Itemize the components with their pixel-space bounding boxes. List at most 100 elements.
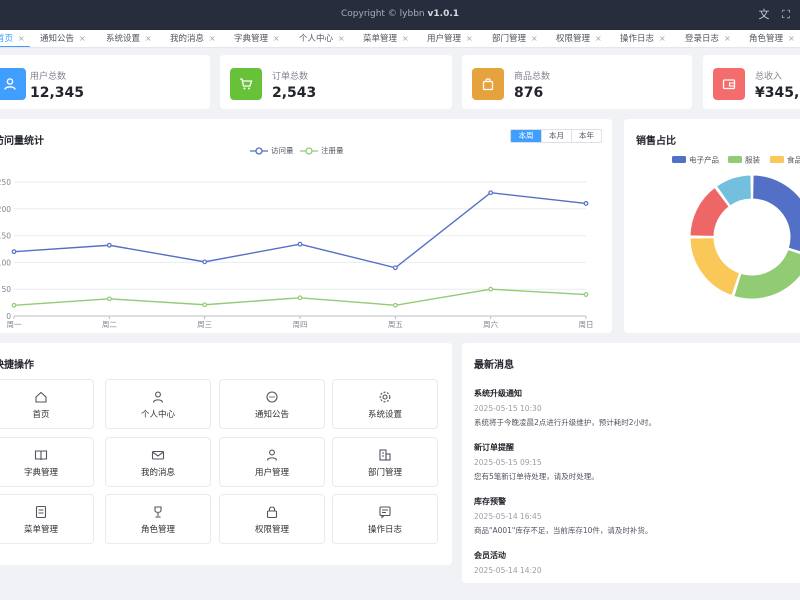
data-point[interactable] bbox=[202, 259, 208, 265]
legend-label: 服装 bbox=[745, 155, 760, 165]
gear-icon bbox=[333, 390, 437, 407]
pie-slice[interactable] bbox=[689, 237, 741, 297]
data-point[interactable] bbox=[11, 249, 17, 255]
tab-system-settings[interactable]: 系统设置 × bbox=[106, 30, 152, 47]
legend-swatch[interactable] bbox=[728, 156, 742, 163]
tab-users[interactable]: 用户管理 × bbox=[427, 30, 473, 47]
top-bar: Copyright © lybbn v1.0.1 文 ⛶ bbox=[0, 0, 800, 30]
quick-action-button[interactable]: 我的消息 bbox=[105, 437, 211, 487]
close-icon[interactable]: × bbox=[338, 34, 345, 43]
fullscreen-icon[interactable]: ⛶ bbox=[779, 8, 793, 22]
tab-profile[interactable]: 个人中心 × bbox=[299, 30, 345, 47]
quick-action-label: 系统设置 bbox=[367, 410, 402, 420]
data-point[interactable] bbox=[297, 295, 303, 301]
close-icon[interactable]: × bbox=[659, 34, 666, 43]
book-icon bbox=[0, 448, 93, 465]
news-body: 系统将于今晚凌晨2点进行升级维护，预计耗时2小时。 bbox=[474, 418, 657, 427]
tab-operation-log[interactable]: 操作日志 × bbox=[620, 30, 666, 47]
legend-swatch[interactable] bbox=[770, 156, 784, 163]
tab-home[interactable]: 首页× bbox=[0, 30, 30, 47]
close-icon[interactable]: × bbox=[145, 34, 152, 43]
news-card: 最新消息 系统升级通知 2025-05-15 10:30 系统将于今晚凌晨2点进… bbox=[462, 343, 800, 583]
data-point[interactable] bbox=[11, 302, 17, 308]
close-icon[interactable]: × bbox=[273, 34, 280, 43]
close-icon[interactable]: × bbox=[531, 34, 538, 43]
stat-value: 2,543 bbox=[272, 85, 317, 101]
quick-action-button[interactable]: 首页 bbox=[0, 379, 94, 429]
data-point[interactable] bbox=[202, 302, 208, 308]
quick-action-button[interactable]: 个人中心 bbox=[105, 379, 211, 429]
news-item[interactable]: 新订单提醒 2025-05-15 09:15 您有5笔新订单待处理，请及时处理。 bbox=[474, 442, 800, 482]
bag-icon bbox=[472, 68, 504, 100]
news-item[interactable]: 会员活动 2025-05-14 14:20 bbox=[474, 550, 800, 575]
tab-dictionary[interactable]: 字典管理 × bbox=[234, 30, 280, 47]
close-icon[interactable]: × bbox=[402, 34, 409, 43]
data-point[interactable] bbox=[583, 292, 589, 297]
news-time: 2025-05-14 16:45 bbox=[474, 512, 542, 521]
stat-card-revenue: 总收入 ¥345,6 bbox=[703, 55, 800, 109]
quick-action-button[interactable]: 角色管理 bbox=[105, 494, 211, 544]
data-point[interactable] bbox=[392, 302, 398, 308]
close-icon[interactable]: × bbox=[788, 34, 795, 43]
data-point[interactable] bbox=[106, 242, 112, 248]
menu-icon bbox=[0, 505, 93, 522]
translate-icon[interactable]: 文 bbox=[757, 8, 771, 22]
stat-card-products: 商品总数 876 bbox=[462, 55, 692, 109]
quick-action-button[interactable]: 通知公告 bbox=[219, 379, 325, 429]
visits-line-chart: 050100150200250周一周二周三周四周五周六周日 bbox=[0, 178, 594, 329]
tab-notice[interactable]: 通知公告 × bbox=[40, 30, 86, 47]
quick-action-label: 字典管理 bbox=[23, 468, 58, 478]
quick-action-button[interactable]: 字典管理 bbox=[0, 437, 94, 487]
card-title: 最新消息 bbox=[474, 360, 514, 371]
news-item[interactable]: 系统升级通知 2025-05-15 10:30 系统将于今晚凌晨2点进行升级维护… bbox=[474, 388, 800, 428]
y-tick-label: 250 bbox=[0, 178, 11, 187]
quick-action-label: 角色管理 bbox=[140, 525, 175, 535]
quick-action-label: 菜单管理 bbox=[23, 525, 58, 535]
close-icon[interactable]: × bbox=[18, 34, 25, 43]
tab-permissions[interactable]: 权限管理 × bbox=[556, 30, 602, 47]
data-point[interactable] bbox=[392, 265, 398, 271]
card-title: 快捷操作 bbox=[0, 360, 34, 371]
home-icon bbox=[0, 390, 93, 407]
data-point[interactable] bbox=[106, 296, 112, 302]
tab-roles[interactable]: 角色管理 × bbox=[749, 30, 795, 47]
data-point[interactable] bbox=[488, 286, 494, 292]
tab-login-log[interactable]: 登录日志 × bbox=[685, 30, 731, 47]
quick-action-button[interactable]: 用户管理 bbox=[219, 437, 325, 487]
quick-action-label: 用户管理 bbox=[254, 468, 289, 478]
legend-swatch[interactable] bbox=[672, 156, 686, 163]
tab-bar: 首页× 通知公告× 系统设置× 我的消息× 字典管理× 个人中心× 菜单管理× … bbox=[0, 30, 800, 48]
quick-action-button[interactable]: 部门管理 bbox=[332, 437, 438, 487]
close-icon[interactable]: × bbox=[724, 34, 731, 43]
stat-label: 商品总数 bbox=[514, 72, 551, 82]
pie-slice[interactable] bbox=[733, 248, 800, 300]
data-point[interactable] bbox=[488, 190, 494, 196]
data-point[interactable] bbox=[583, 201, 589, 206]
close-icon[interactable]: × bbox=[466, 34, 473, 43]
tab-my-messages[interactable]: 我的消息 × bbox=[170, 30, 216, 47]
news-item[interactable]: 库存预警 2025-05-14 16:45 商品"A001"库存不足，当前库存1… bbox=[474, 496, 800, 536]
y-tick-label: 150 bbox=[0, 232, 11, 241]
tab-menu[interactable]: 菜单管理 × bbox=[363, 30, 409, 47]
news-title: 系统升级通知 bbox=[474, 389, 522, 398]
pie-slice[interactable] bbox=[752, 174, 800, 255]
copyright: Copyright © lybbn v1.0.1 bbox=[340, 9, 460, 19]
y-tick-label: 50 bbox=[1, 285, 11, 294]
close-icon[interactable]: × bbox=[595, 34, 602, 43]
data-point[interactable] bbox=[297, 241, 303, 247]
user-icon bbox=[220, 448, 324, 465]
quick-action-label: 我的消息 bbox=[140, 468, 175, 478]
quick-action-button[interactable]: 系统设置 bbox=[332, 379, 438, 429]
close-icon[interactable]: × bbox=[209, 34, 216, 43]
quick-action-button[interactable]: 操作日志 bbox=[332, 494, 438, 544]
log-icon bbox=[333, 505, 437, 522]
tab-departments[interactable]: 部门管理 × bbox=[492, 30, 538, 47]
stat-value: ¥345,6 bbox=[755, 85, 800, 101]
quick-action-button[interactable]: 权限管理 bbox=[219, 494, 325, 544]
close-icon[interactable]: × bbox=[79, 34, 86, 43]
quick-action-label: 首页 bbox=[32, 410, 50, 420]
news-title: 会员活动 bbox=[474, 551, 506, 560]
news-body: 商品"A001"库存不足，当前库存10件，请及时补货。 bbox=[474, 526, 653, 535]
x-tick-label: 周五 bbox=[388, 320, 403, 329]
quick-action-button[interactable]: 菜单管理 bbox=[0, 494, 94, 544]
